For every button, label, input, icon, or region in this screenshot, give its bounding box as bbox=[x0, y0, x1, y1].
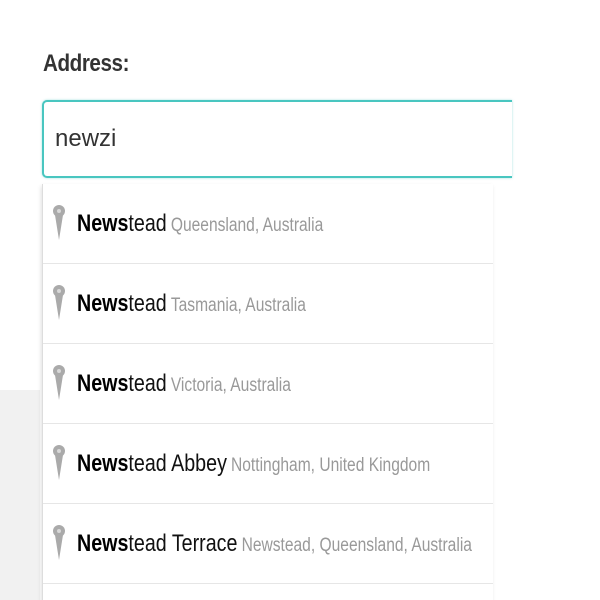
suggestion-secondary: Newstead, Queensland, Australia bbox=[241, 535, 472, 556]
suggestion-secondary: Victoria, Australia bbox=[170, 375, 291, 396]
suggestion-match: News bbox=[77, 530, 129, 557]
suggestion-item[interactable]: Newstead Victoria, Australia bbox=[43, 344, 493, 424]
suggestion-text: Newstead Terrace Newstead, Queensland, Au… bbox=[77, 530, 472, 558]
map-pin-icon bbox=[53, 285, 65, 320]
suggestion-item[interactable]: Newstead Abbey Nottingham, United Kingdom bbox=[43, 424, 493, 504]
background-panel bbox=[0, 390, 40, 600]
suggestion-text: Newstead Queensland, Australia bbox=[77, 210, 323, 238]
suggestion-item[interactable]: Newstead Terrace Newstead, Queensland, Au… bbox=[43, 504, 493, 584]
address-input[interactable] bbox=[42, 100, 512, 178]
suggestion-item[interactable]: Newstead Tasmania, Australia bbox=[43, 264, 493, 344]
suggestion-item[interactable]: Newstead Queensland, Australia bbox=[43, 184, 493, 264]
map-pin-icon bbox=[53, 525, 65, 560]
address-label: Address: bbox=[43, 50, 130, 77]
suggestion-rest: tead bbox=[128, 290, 167, 317]
suggestion-match: News bbox=[77, 290, 129, 317]
suggestion-text: Newstead Tasmania, Australia bbox=[77, 290, 306, 318]
map-pin-icon bbox=[53, 205, 65, 240]
suggestion-rest: tead bbox=[128, 210, 167, 237]
suggestion-rest: tead bbox=[128, 370, 167, 397]
map-pin-icon bbox=[53, 365, 65, 400]
map-pin-icon bbox=[53, 445, 65, 480]
suggestion-text: Newstead Victoria, Australia bbox=[77, 370, 291, 398]
suggestion-rest: tead Abbey bbox=[128, 450, 227, 477]
autocomplete-dropdown: Newstead Queensland, Australia Newstead Ta… bbox=[42, 184, 493, 600]
suggestion-match: News bbox=[77, 370, 129, 397]
suggestion-text: Newstead Abbey Nottingham, United Kingdom bbox=[77, 450, 430, 478]
suggestion-secondary: Nottingham, United Kingdom bbox=[231, 455, 431, 476]
page: Address: NewsteadQueensland, Australia N… bbox=[0, 0, 600, 600]
suggestion-secondary: Tasmania, Australia bbox=[170, 295, 306, 316]
suggestion-secondary: Queensland, Australia bbox=[170, 215, 324, 236]
suggestion-match: News bbox=[77, 450, 129, 477]
suggestion-rest: tead Terrace bbox=[128, 530, 238, 557]
suggestion-match: News bbox=[77, 210, 129, 237]
